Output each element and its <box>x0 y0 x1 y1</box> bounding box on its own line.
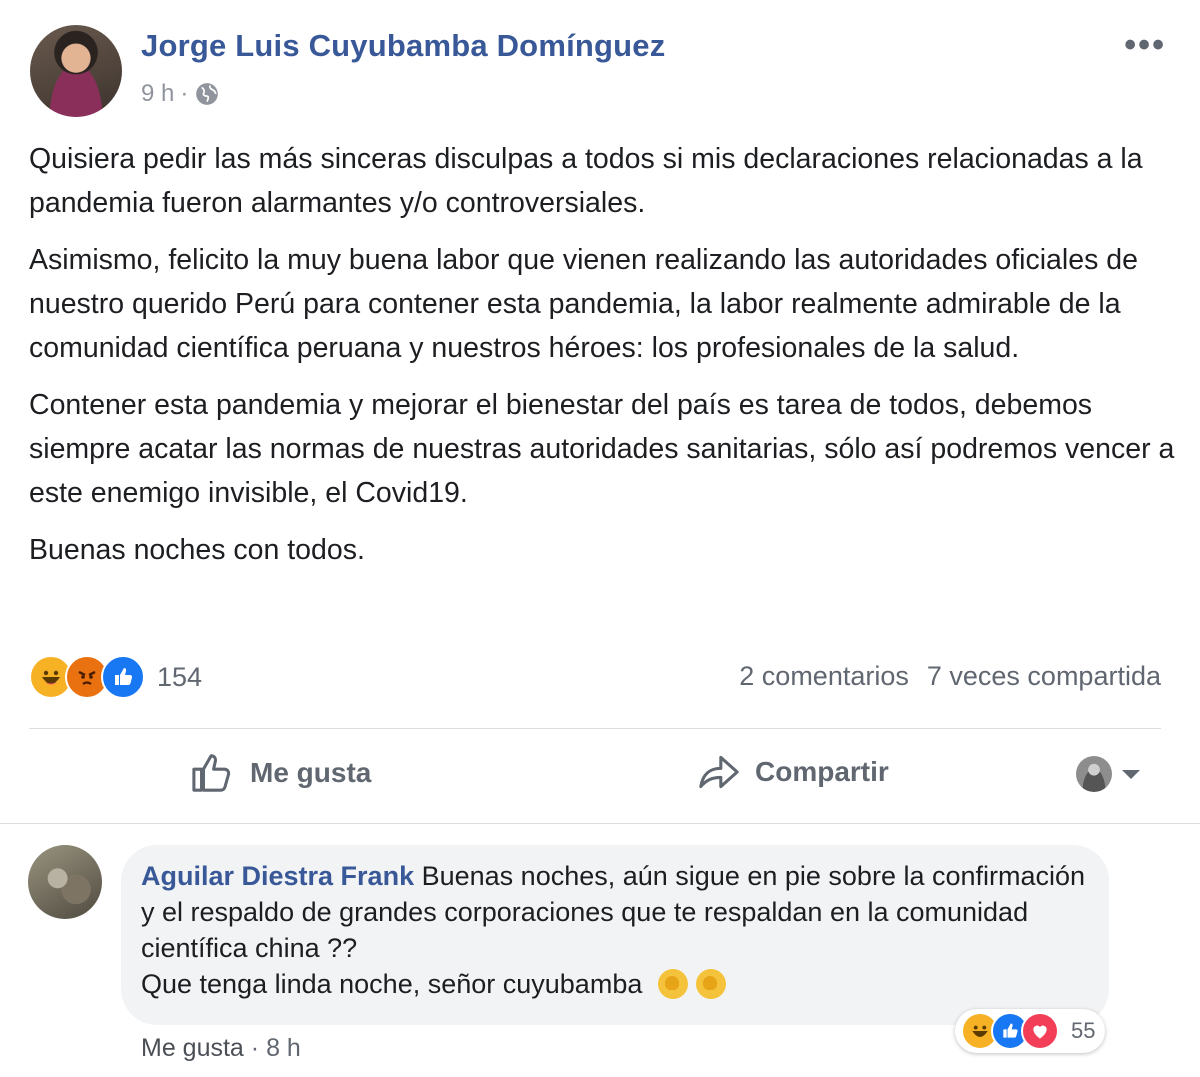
identity-selector[interactable] <box>1076 756 1140 792</box>
post-paragraph: Asimismo, felicito la muy buena labor qu… <box>29 244 1138 364</box>
post-author-name[interactable]: Jorge Luis Cuyubamba Domínguez <box>141 28 665 64</box>
chevron-down-icon <box>1122 769 1140 779</box>
like-button[interactable]: Me gusta <box>190 752 371 794</box>
comment-author[interactable]: Aguilar Diestra Frank <box>141 861 414 891</box>
share-arrow-icon <box>699 755 739 789</box>
share-button[interactable]: Compartir <box>697 752 889 792</box>
shares-count-link[interactable]: 7 veces compartida <box>927 661 1161 692</box>
comment-reactions-count: 55 <box>1071 1018 1096 1043</box>
divider <box>29 728 1161 729</box>
divider <box>0 823 1200 824</box>
reactions-count[interactable]: 154 <box>157 662 202 693</box>
post-paragraph: Quisiera pedir las más sinceras disculpa… <box>29 143 1143 219</box>
like-button-label: Me gusta <box>250 757 372 788</box>
love-reaction-icon <box>1021 1012 1059 1050</box>
like-reaction-icon <box>101 655 145 699</box>
post-paragraph: Buenas noches con todos. <box>29 534 365 566</box>
comments-count-link[interactable]: 2 comentarios <box>739 661 909 692</box>
clapping-hands-icon <box>695 969 726 999</box>
globe-icon[interactable] <box>194 81 220 107</box>
post-meta: 9 h · <box>141 80 220 108</box>
thumbs-up-icon <box>192 754 231 792</box>
more-options-icon[interactable]: ••• <box>1124 26 1166 65</box>
meta-separator: · <box>180 80 189 107</box>
comment-like-link[interactable]: Me gusta <box>141 1034 244 1062</box>
commenter-avatar[interactable] <box>28 845 102 919</box>
comment-footer: Me gusta · 8 h <box>141 1034 301 1063</box>
comment-time[interactable]: 8 h <box>266 1034 301 1062</box>
post-stats: 2 comentarios 7 veces compartida <box>739 661 1161 692</box>
post-time[interactable]: 9 h <box>141 80 174 108</box>
comment-body-line2: Que tenga linda noche, señor cuyubamba <box>141 969 643 999</box>
user-avatar-icon <box>1076 756 1112 792</box>
reactions-summary[interactable]: 154 <box>29 655 202 699</box>
comment-reactions[interactable]: 55 <box>955 1009 1106 1053</box>
author-avatar[interactable] <box>30 25 122 117</box>
footer-separator: · <box>250 1034 260 1062</box>
share-button-label: Compartir <box>755 756 889 787</box>
post-paragraph: Contener esta pandemia y mejorar el bien… <box>29 389 1175 509</box>
comment-text: Aguilar Diestra Frank Buenas noches, aún… <box>141 858 1091 1002</box>
post-body: Quisiera pedir las más sinceras disculpa… <box>29 137 1179 585</box>
clapping-hands-icon <box>657 969 688 999</box>
